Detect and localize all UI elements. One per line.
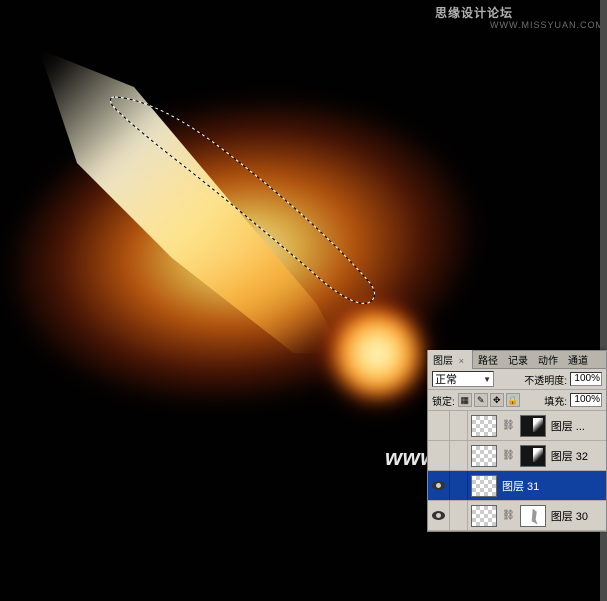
tab-actions[interactable]: 动作 bbox=[533, 350, 563, 369]
fill-input[interactable]: 100% bbox=[570, 393, 602, 407]
tab-history[interactable]: 记录 bbox=[503, 350, 533, 369]
layers-panel: 图层 × 路径 记录 动作 通道 正常 ▼ 不透明度: 100% 锁定: ▦ ✎… bbox=[427, 350, 607, 532]
chevron-down-icon: ▼ bbox=[483, 375, 491, 384]
marquee-selection bbox=[100, 85, 390, 315]
blend-mode-value: 正常 bbox=[435, 371, 457, 387]
lock-all-icon[interactable]: 🔒 bbox=[506, 393, 520, 407]
tab-layers-label: 图层 bbox=[433, 356, 453, 367]
mask-thumbnail[interactable] bbox=[520, 505, 546, 527]
visibility-toggle[interactable] bbox=[428, 411, 450, 440]
tab-close-icon[interactable]: × bbox=[456, 356, 467, 366]
lock-pixels-icon[interactable]: ✎ bbox=[474, 393, 488, 407]
layer-thumbnail[interactable] bbox=[471, 475, 497, 497]
tab-layers[interactable]: 图层 × bbox=[428, 350, 473, 369]
lock-transparency-icon[interactable]: ▦ bbox=[458, 393, 472, 407]
watermark-url-sub: WWW.MISSYUAN.COM bbox=[490, 20, 604, 30]
link-icon: ⛓ bbox=[502, 510, 515, 521]
tab-paths[interactable]: 路径 bbox=[473, 350, 503, 369]
lock-label: 锁定: bbox=[432, 393, 455, 408]
blend-mode-select[interactable]: 正常 ▼ bbox=[432, 371, 494, 387]
blend-row: 正常 ▼ 不透明度: 100% bbox=[428, 369, 606, 390]
opacity-input[interactable]: 100% bbox=[570, 372, 602, 386]
layer-thumbnail[interactable] bbox=[471, 505, 497, 527]
lock-row: 锁定: ▦ ✎ ✥ 🔒 填充: 100% bbox=[428, 390, 606, 411]
layer-row-selected[interactable]: 图层 31 bbox=[428, 471, 606, 501]
eye-icon bbox=[432, 481, 445, 490]
link-icon: ⛓ bbox=[502, 450, 515, 461]
layer-thumbnail[interactable] bbox=[471, 445, 497, 467]
tab-channels[interactable]: 通道 bbox=[563, 350, 593, 369]
mask-thumbnail[interactable] bbox=[520, 445, 546, 467]
link-icon: ⛓ bbox=[502, 420, 515, 431]
layer-row[interactable]: ⛓ 图层 32 bbox=[428, 441, 606, 471]
lock-icons: ▦ ✎ ✥ 🔒 bbox=[458, 393, 520, 407]
layer-row[interactable]: ⛓ 图层 ... bbox=[428, 411, 606, 441]
layers-list: ⛓ 图层 ... ⛓ 图层 32 图层 31 ⛓ 图层 30 bbox=[428, 411, 606, 531]
layer-thumbnail[interactable] bbox=[471, 415, 497, 437]
lock-position-icon[interactable]: ✥ bbox=[490, 393, 504, 407]
eye-icon bbox=[432, 511, 445, 520]
fill-label: 填充: bbox=[544, 393, 567, 408]
link-col[interactable] bbox=[450, 471, 468, 500]
link-col[interactable] bbox=[450, 411, 468, 440]
layer-name[interactable]: 图层 31 bbox=[502, 478, 539, 494]
opacity-label: 不透明度: bbox=[524, 372, 567, 387]
visibility-toggle[interactable] bbox=[428, 471, 450, 500]
layer-name[interactable]: 图层 30 bbox=[551, 508, 588, 524]
layer-row[interactable]: ⛓ 图层 30 bbox=[428, 501, 606, 531]
panel-tabs: 图层 × 路径 记录 动作 通道 bbox=[428, 351, 606, 369]
link-col[interactable] bbox=[450, 441, 468, 470]
visibility-toggle[interactable] bbox=[428, 501, 450, 530]
visibility-toggle[interactable] bbox=[428, 441, 450, 470]
layer-name[interactable]: 图层 32 bbox=[551, 448, 588, 464]
layer-name[interactable]: 图层 ... bbox=[551, 418, 585, 434]
watermark-forum: 思缘设计论坛 bbox=[435, 4, 513, 21]
link-col[interactable] bbox=[450, 501, 468, 530]
mask-thumbnail[interactable] bbox=[520, 415, 546, 437]
